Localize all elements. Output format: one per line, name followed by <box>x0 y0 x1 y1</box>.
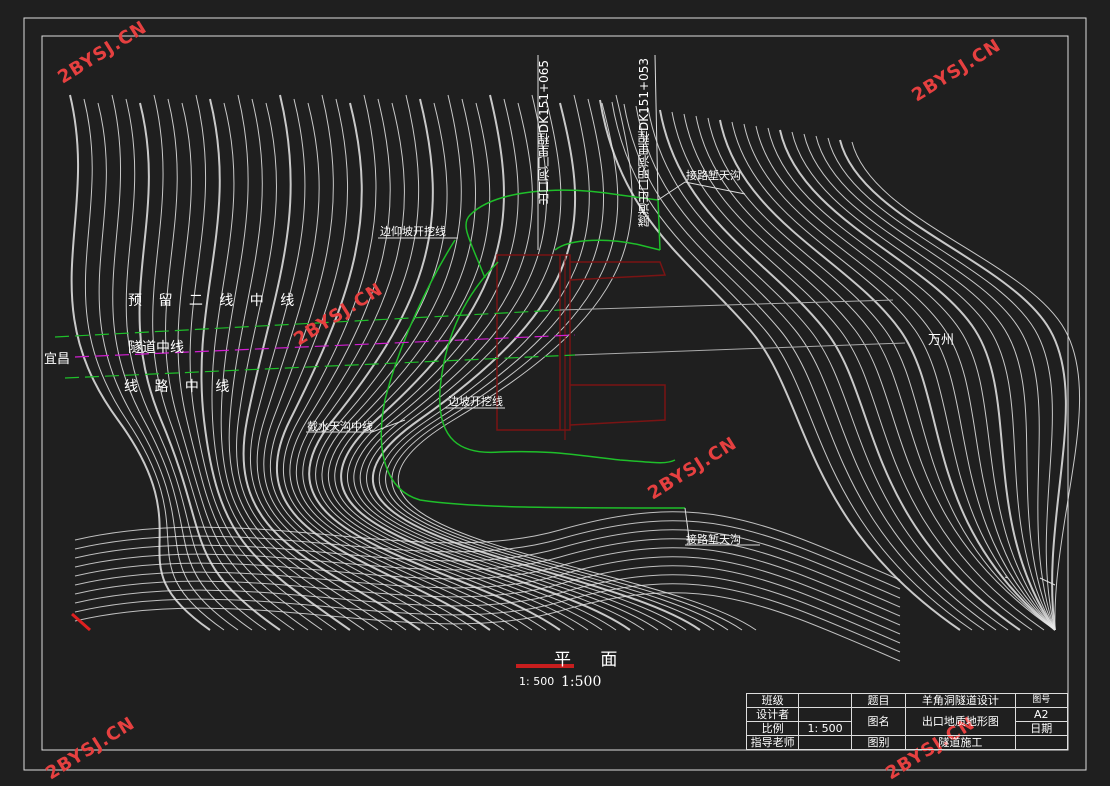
slope-excavation-top-label: 边仰坡开挖线 <box>380 225 446 238</box>
slope-excavation-label: 边坡开挖线 <box>448 395 503 408</box>
contour-line <box>707 117 1056 631</box>
contour-line <box>779 129 1056 631</box>
north-marker <box>71 612 91 632</box>
leader-mileage-2 <box>654 54 659 201</box>
topic-value: 羊角洞隧道设计 <box>905 693 1016 708</box>
slope-excavation-inner-line <box>439 261 676 464</box>
contour-line <box>308 98 561 631</box>
exit-mileage-1-label: 出口洞门里程DK151+065 <box>537 60 551 205</box>
contour-line <box>683 113 1045 631</box>
ditch-bottom-label: 接路堑天沟 <box>686 533 741 546</box>
scale-value: 1: 500 <box>798 721 852 736</box>
drain-ditch-label: 截水天沟中线 <box>307 420 373 433</box>
contour-line <box>385 98 729 631</box>
category-label: 图别 <box>850 735 907 750</box>
reserved-line-label: 预 留 二 线 中 线 <box>128 293 301 309</box>
contour-line <box>152 94 295 631</box>
contour-line <box>599 99 961 631</box>
sheet-value: A2 <box>1014 707 1069 722</box>
designer-label: 设计者 <box>745 707 800 722</box>
reserved-centerline-ext <box>559 299 894 311</box>
date-value <box>1014 735 1069 750</box>
advisor-label: 指导老师 <box>745 735 800 750</box>
scale-small-label: 1: 500 <box>519 675 555 688</box>
drain-ditch-line <box>380 239 686 509</box>
class-label: 班级 <box>745 693 800 708</box>
contour-line <box>125 98 267 631</box>
route-centerline-label: 线 路 中 线 <box>124 379 236 395</box>
contour-line <box>74 583 901 653</box>
title-block: 班级 题目 羊角洞隧道设计 图号 设计者 图名 出口地质地形图 A2 比例 1:… <box>745 693 1069 750</box>
ditch-top-label: 接路堑天沟 <box>686 169 741 182</box>
route-centerline-ext <box>574 342 906 356</box>
contour-line <box>74 574 901 644</box>
category-value: 隧道施工 <box>905 735 1016 750</box>
date-label: 日期 <box>1014 721 1069 736</box>
drawing-name-value: 出口地质地形图 <box>905 707 1016 736</box>
leader-drain-2 <box>371 419 406 433</box>
wanzhou-label: 万州 <box>928 333 955 348</box>
scale-large-label: 1:500 <box>561 674 602 690</box>
contour-line <box>97 102 239 631</box>
designer-value <box>798 707 852 722</box>
exit-mileage-2-label: 隧道出口明洞里程DK151+053 <box>637 58 651 227</box>
contour-line <box>74 592 901 662</box>
topic-label: 题目 <box>850 693 907 708</box>
contour-line <box>220 94 379 631</box>
contour-line <box>635 105 997 631</box>
contour-line <box>74 565 901 635</box>
portal-outline <box>496 254 667 431</box>
contour-line <box>623 103 985 631</box>
contour-line <box>851 141 1081 631</box>
plan-title: 平 面 <box>554 650 630 670</box>
contour-line <box>755 125 1056 631</box>
advisor-value <box>798 735 852 750</box>
contour-line <box>69 94 211 631</box>
sheet-label: 图号 <box>1014 693 1069 708</box>
class-value <box>798 693 852 708</box>
drawing-name-label: 图名 <box>850 707 907 736</box>
tunnel-centerline-label: 隧道中线 <box>128 340 184 356</box>
scale-label: 比例 <box>745 721 800 736</box>
yichang-label: 宜昌 <box>44 352 71 367</box>
contour-line <box>189 94 337 631</box>
contour-line <box>83 98 225 631</box>
